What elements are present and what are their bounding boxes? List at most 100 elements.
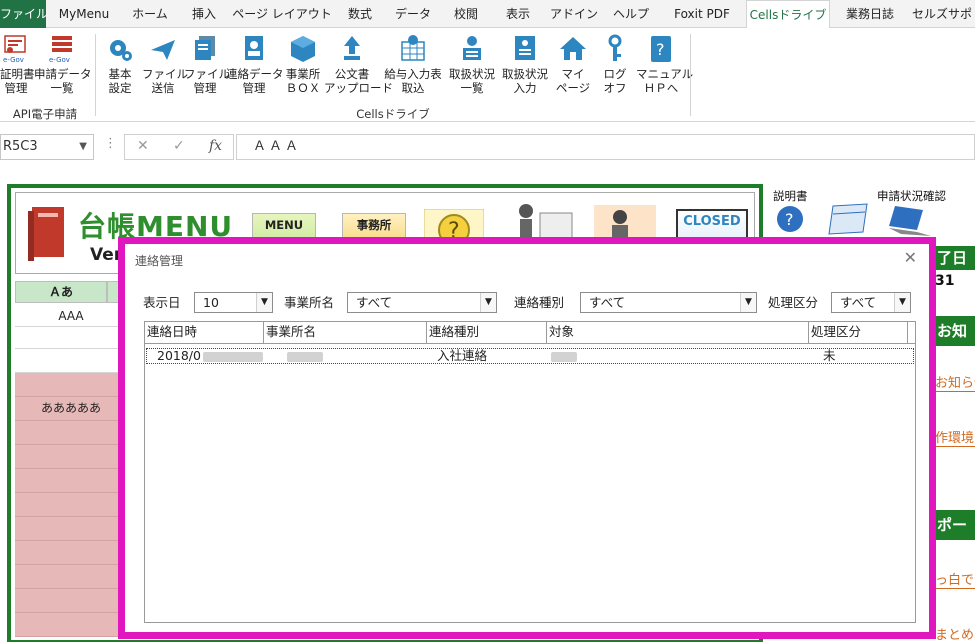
ribbon-group-separator	[95, 34, 96, 116]
application-data-list-button[interactable]: e-Gov 申請データ 一覧	[34, 34, 92, 95]
cell-pink[interactable]	[15, 493, 127, 517]
document-stack-icon	[195, 36, 215, 60]
close-icon[interactable]: ✕	[904, 248, 917, 267]
cell-pink[interactable]	[15, 373, 127, 397]
tab-mymenu[interactable]: MyMenu	[52, 0, 116, 28]
ribbon-tab-bar: ファイル MyMenu ホーム 挿入 ページ レイアウト 数式 データ 校閲 表…	[0, 0, 975, 29]
cell-empty[interactable]	[15, 327, 127, 349]
cell-pink[interactable]	[15, 613, 127, 637]
environment-link[interactable]: 作環境	[935, 427, 975, 447]
tab-page-layout[interactable]: ページ レイアウト	[232, 0, 332, 28]
display-day-label: 表示日	[143, 295, 181, 310]
tab-review[interactable]: 校閲	[444, 0, 488, 28]
office-name-select[interactable]: すべて ▼	[347, 292, 497, 313]
basic-settings-button[interactable]: 基本 設定	[100, 34, 140, 95]
cell-pink[interactable]	[15, 589, 127, 613]
value-31: 31	[935, 273, 955, 289]
tab-cells-drive[interactable]: Cellsドライブ	[746, 0, 830, 29]
formula-buttons: ✕ ✓ fx	[124, 134, 234, 160]
chevron-down-icon[interactable]: ▼	[79, 135, 87, 159]
contact-list[interactable]: 連絡日時 事業所名 連絡種別 対象 処理区分 2018/0 入社連絡 未	[144, 321, 916, 623]
ribbon-group-separator	[690, 34, 691, 116]
column-office-name[interactable]: 事業所名	[264, 322, 427, 344]
handling-status-list-button[interactable]: 取扱状況 一覧	[446, 34, 498, 95]
processing-status-select[interactable]: すべて ▼	[831, 292, 911, 313]
cell-empty[interactable]	[15, 349, 127, 373]
tab-home[interactable]: ホーム	[122, 0, 178, 28]
check-icon[interactable]: ✓	[173, 138, 185, 154]
tab-addins[interactable]: アドイン	[548, 0, 600, 28]
contact-type-label: 連絡種別	[514, 295, 565, 310]
row-office-name	[287, 349, 347, 363]
ribbon: e-Gov 証明書 管理 e-Gov 申請データ 一覧 API電子申請 基本 設…	[0, 28, 975, 122]
tab-cells-support[interactable]: セルズサポ	[912, 0, 975, 28]
tab-insert[interactable]: 挿入	[182, 0, 226, 28]
chevron-down-icon[interactable]: ▼	[256, 293, 272, 312]
row-processing-status: 未	[823, 349, 836, 363]
tab-help[interactable]: ヘルプ	[606, 0, 656, 28]
cell-pink[interactable]	[15, 445, 127, 469]
summary-link[interactable]: まとめ	[935, 624, 975, 642]
laptop-icon[interactable]	[887, 204, 933, 238]
manual-label: 説明書	[773, 189, 808, 203]
formula-bar: R5C3 ▼ ⋮ ✕ ✓ fx ＡＡＡ	[0, 122, 975, 174]
green-header-2: お知	[933, 316, 975, 346]
column-target[interactable]: 対象	[547, 322, 809, 344]
tab-business-diary[interactable]: 業務日誌	[836, 0, 904, 28]
name-box[interactable]: R5C3 ▼	[0, 134, 94, 160]
cell-pink[interactable]	[15, 517, 127, 541]
cell-aaa[interactable]: AAA	[15, 305, 127, 327]
person-form-icon	[515, 36, 535, 60]
cell-pink[interactable]	[15, 421, 127, 445]
cell-pink[interactable]	[15, 565, 127, 589]
svg-text:?: ?	[656, 40, 665, 59]
my-page-button[interactable]: マイ ページ	[553, 34, 593, 95]
tab-foxit-pdf[interactable]: Foxit PDF	[664, 0, 740, 28]
api-group-label: API電子申請	[12, 107, 78, 121]
formula-input[interactable]: ＡＡＡ	[236, 134, 975, 160]
office-name-label: 事業所名	[284, 295, 335, 310]
tab-data[interactable]: データ	[390, 0, 436, 28]
home-icon	[560, 37, 586, 60]
file-manage-button[interactable]: ファイル 管理	[184, 34, 230, 95]
row-contact-date: 2018/0	[157, 349, 265, 363]
logoff-button[interactable]: ログ オフ	[595, 34, 635, 95]
contact-management-dialog: 連絡管理 ✕ 表示日 10 ▼ 事業所名 すべて ▼ 連絡種別 すべて ▼ 処理…	[118, 237, 936, 639]
book-icon	[28, 207, 64, 261]
office-box-button[interactable]: 事業所 ＢＯＸ	[283, 34, 323, 95]
salary-input-import-button[interactable]: 給与入力表 取込	[382, 34, 444, 95]
function-icon[interactable]: fx	[209, 138, 222, 154]
manual-homepage-button[interactable]: ? マニュアル ＨＰへ	[636, 34, 693, 95]
table-row[interactable]: 2018/0 入社連絡 未	[146, 348, 914, 364]
contact-data-manage-button[interactable]: 連絡データ 管理	[226, 34, 284, 95]
tab-file[interactable]: ファイル	[0, 0, 48, 28]
cells-drive-group-label: Cellsドライブ	[356, 107, 430, 121]
notice-link[interactable]: お知らせ	[935, 372, 975, 392]
cell-pink[interactable]	[15, 541, 127, 565]
column-contact-type[interactable]: 連絡種別	[427, 322, 547, 344]
contact-type-select[interactable]: すべて ▼	[580, 292, 757, 313]
key-icon	[608, 34, 622, 61]
help-circle-icon[interactable]: ?	[775, 204, 805, 234]
column-contact-date[interactable]: 連絡日時	[145, 322, 264, 344]
cell-aaaaa[interactable]: あああああ	[15, 397, 127, 421]
column-header: Ａあ	[15, 281, 107, 303]
official-document-upload-button[interactable]: 公文書 アップロード	[324, 34, 393, 95]
cancel-icon[interactable]: ✕	[137, 138, 149, 154]
blank-link[interactable]: っ白で	[935, 569, 975, 589]
column-processing-status[interactable]: 処理区分	[809, 322, 908, 344]
green-header-1: 了日	[933, 246, 975, 270]
chevron-down-icon[interactable]: ▼	[740, 293, 756, 312]
chevron-down-icon[interactable]: ▼	[480, 293, 496, 312]
display-day-select[interactable]: 10 ▼	[194, 292, 273, 313]
certificate-manage-button[interactable]: e-Gov 証明書 管理	[0, 34, 35, 95]
cell-pink[interactable]	[15, 469, 127, 493]
chevron-down-icon[interactable]: ▼	[894, 293, 910, 312]
handling-status-input-button[interactable]: 取扱状況 入力	[499, 34, 551, 95]
application-data-icon: e-Gov	[49, 36, 72, 64]
file-send-button[interactable]: ファイル 送信	[142, 34, 188, 95]
redacted-text	[551, 351, 577, 362]
tab-view[interactable]: 表示	[496, 0, 540, 28]
calendar-icon[interactable]	[827, 202, 871, 236]
tab-formulas[interactable]: 数式	[338, 0, 382, 28]
